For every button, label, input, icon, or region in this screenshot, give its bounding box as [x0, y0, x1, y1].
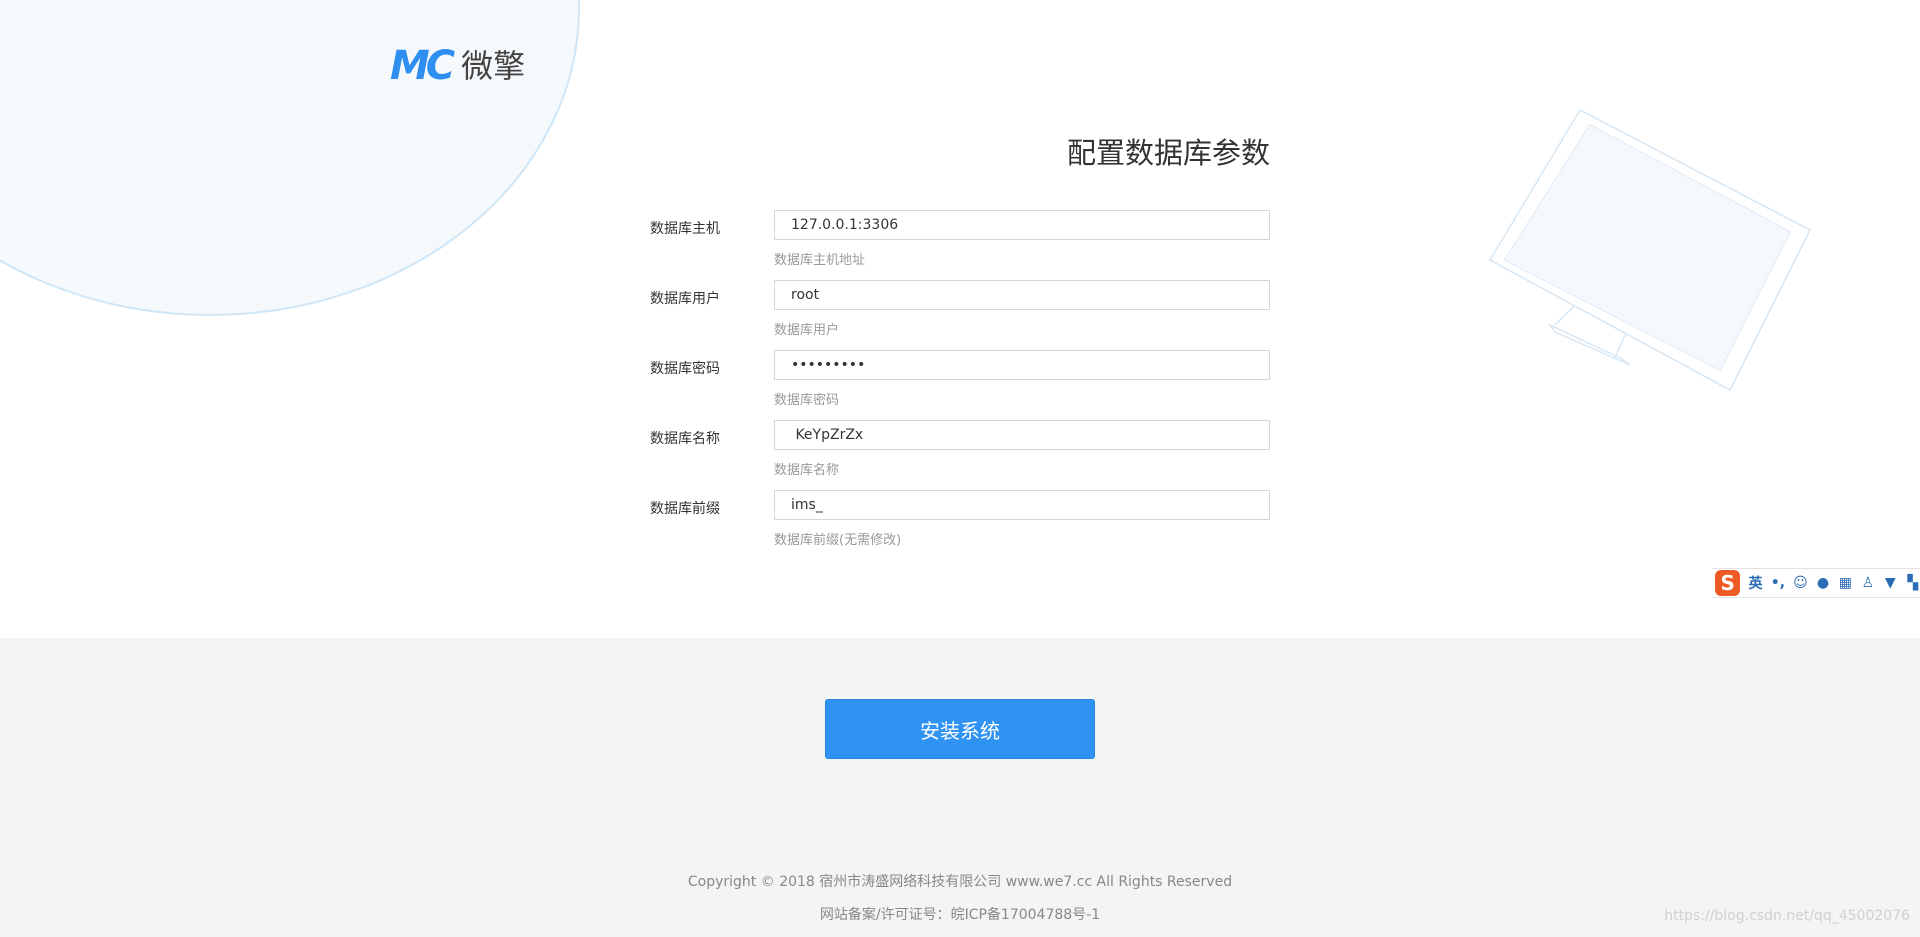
- monitor-illustration-icon: [1488, 109, 1812, 392]
- db-password-label: 数据库密码: [650, 361, 720, 377]
- db-name-label: 数据库名称: [650, 431, 720, 447]
- brand-logo: MC 微擎: [390, 46, 525, 86]
- toolbox-grid-icon[interactable]: ▚: [1906, 575, 1920, 591]
- logo-mark: MC: [390, 43, 455, 89]
- db-host-help: 数据库主机地址: [774, 253, 866, 268]
- db-password-input[interactable]: •••••••••: [774, 350, 1270, 380]
- db-host-input[interactable]: 127.0.0.1:3306: [774, 210, 1270, 240]
- db-name-help: 数据库名称: [774, 463, 840, 478]
- db-host-label: 数据库主机: [650, 221, 720, 237]
- db-prefix-input[interactable]: ims_: [774, 490, 1270, 520]
- keyboard-icon[interactable]: ▦: [1838, 575, 1852, 591]
- user-icon[interactable]: ♙: [1861, 575, 1875, 591]
- icp-license-link[interactable]: 网站备案/许可证号：皖ICP备17004788号-1: [0, 904, 1920, 924]
- sogou-logo-icon[interactable]: S: [1715, 570, 1741, 596]
- ime-punctuation-toggle[interactable]: •,: [1771, 575, 1785, 591]
- footer-panel: 安装系统 Copyright © 2018 宿州市涛盛网络科技有限公司 www.…: [0, 638, 1920, 937]
- skin-shirt-icon[interactable]: ▼: [1883, 575, 1897, 591]
- db-user-input[interactable]: root: [774, 280, 1270, 310]
- ime-toolbar[interactable]: S 英 •, ☺ ● ▦ ♙ ▼ ▚: [1712, 568, 1920, 598]
- microphone-icon[interactable]: ●: [1816, 575, 1830, 591]
- db-prefix-label: 数据库前缀: [650, 501, 720, 517]
- emoji-icon[interactable]: ☺: [1793, 575, 1808, 591]
- install-system-button[interactable]: 安装系统: [825, 699, 1095, 759]
- main-panel: MC 微擎 配置数据库参数 数据库主机 127.0.0.1:3306 数据库主机…: [0, 0, 1920, 638]
- db-name-input[interactable]: KeYpZrZx: [774, 420, 1270, 450]
- ime-language-toggle[interactable]: 英: [1748, 573, 1763, 593]
- copyright-text: Copyright © 2018 宿州市涛盛网络科技有限公司 www.we7.c…: [687, 874, 1233, 890]
- db-prefix-help: 数据库前缀(无需修改): [774, 533, 902, 548]
- db-user-help: 数据库用户: [774, 323, 840, 338]
- db-password-help: 数据库密码: [774, 393, 840, 408]
- blog-watermark: https://blog.csdn.net/qq_45002076: [1664, 908, 1910, 924]
- db-user-label: 数据库用户: [650, 291, 720, 307]
- page-title: 配置数据库参数: [1066, 136, 1270, 170]
- logo-text: 微擎: [461, 47, 526, 85]
